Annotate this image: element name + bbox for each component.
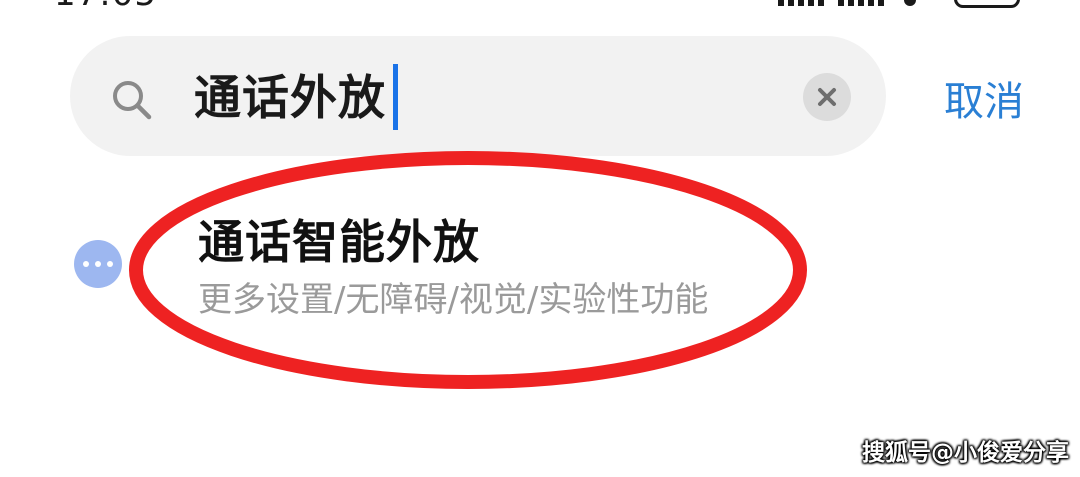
result-title[interactable]: 通话智能外放: [198, 212, 480, 272]
status-time: 17:05: [54, 0, 157, 14]
search-screen: 17:05 通话外放 取消 通话智能外放 更多设置/无障碍/视觉/实验性功能 搜…: [0, 0, 1080, 477]
cancel-button[interactable]: 取消: [944, 76, 1024, 128]
search-input[interactable]: 通话外放: [194, 64, 386, 134]
close-icon: [818, 88, 836, 106]
clear-search-button[interactable]: [803, 73, 851, 121]
signal-icon: [778, 0, 824, 6]
wifi-icon: [904, 0, 916, 6]
battery-icon: [954, 0, 1020, 8]
text-caret: [393, 64, 398, 130]
search-icon: [113, 81, 152, 120]
result-path: 更多设置/无障碍/视觉/实验性功能: [198, 280, 709, 320]
more-dots-icon: [74, 240, 122, 288]
signal-icon: [838, 0, 884, 6]
watermark: 搜狐号@小俊爱分享: [862, 440, 1069, 466]
search-bar[interactable]: [70, 36, 886, 156]
